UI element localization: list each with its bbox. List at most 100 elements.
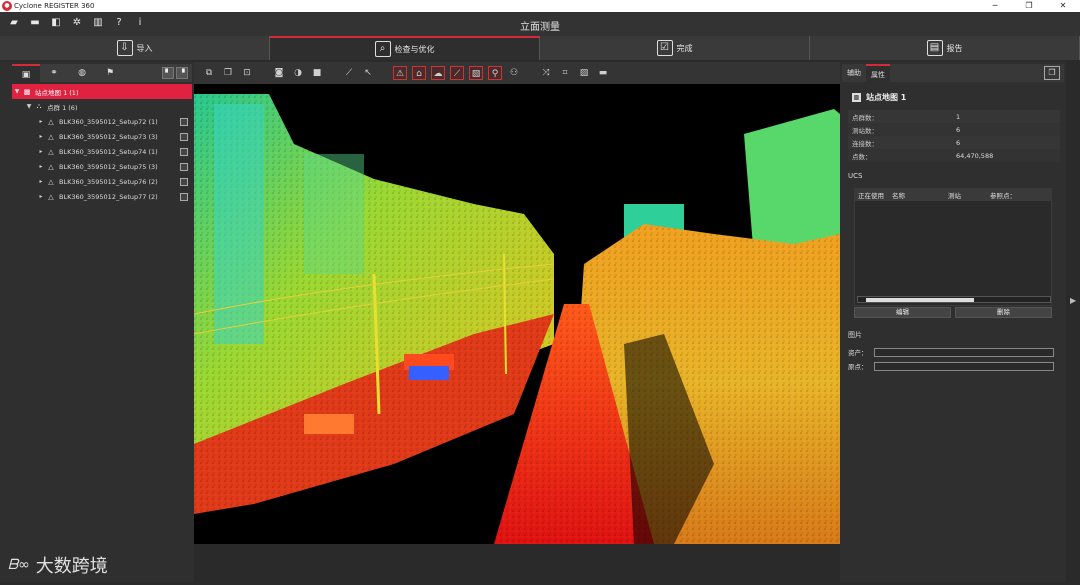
delete-button[interactable]: 删除 [955,307,1052,318]
tree-item-setup[interactable]: ▸ △ BLK360_3595012_Setup77 (2) [12,189,192,204]
ucs-col-in-use[interactable]: 正在使用 [855,190,889,200]
step-review-optimize[interactable]: ⌕ 检查与优化 [270,36,540,60]
property-key: 点数： [852,152,872,161]
measure-icon[interactable]: ⟋ [342,66,356,80]
property-value: 1 [956,112,961,121]
step-report[interactable]: ▤ 报告 [810,36,1080,60]
tree-item-setup[interactable]: ▸ △ BLK360_3595012_Setup72 (1) [12,114,192,129]
viewport-footer [194,544,840,582]
property-key: 点群数： [852,113,878,122]
chevron-right-icon[interactable]: ▸ [36,148,46,155]
tree-item-setup[interactable]: ▸ △ BLK360_3595012_Setup74 (1) [12,144,192,159]
tree-item-label: BLK360_3595012_Setup76 (2) [59,177,158,186]
chevron-right-icon[interactable]: ▸ [36,163,46,170]
ruler-icon[interactable]: ⟋ [450,66,464,80]
asset-label: 资产： [848,349,868,357]
import-step-icon: ⇩ [116,40,133,56]
property-key: 连接数： [852,139,878,148]
tab-assist[interactable]: 辅助 [842,64,866,82]
chevron-right-icon[interactable]: ▸ [36,193,46,200]
tab-tree[interactable]: ▣ [12,64,40,82]
tree-item-setup[interactable]: ▸ △ BLK360_3595012_Setup75 (3) [12,159,192,174]
chevron-right-icon[interactable]: ▸ [36,118,46,125]
shuffle-icon[interactable]: ⤨ [539,66,553,80]
project-title: 立面测量 [520,22,560,33]
close-button[interactable]: ✕ [1046,0,1080,12]
image-icon[interactable] [180,117,188,126]
tab-globe[interactable]: ◍ [68,64,96,82]
expand-tree-button[interactable]: ▘ [162,67,174,79]
chevron-right-icon[interactable]: ▸ [36,133,46,140]
crop-icon[interactable]: ⌗ [558,66,572,80]
tree-item-setup[interactable]: ▸ △ BLK360_3595012_Setup76 (2) [12,174,192,189]
pointer-icon[interactable]: ↖ [361,66,375,80]
point-cloud-render[interactable] [194,84,840,544]
warning-icon[interactable]: ⚠ [393,66,407,80]
cluster-icon: ⛬ [36,102,42,110]
property-key: 测站数： [852,126,878,135]
point-cloud-viewport[interactable] [194,84,840,544]
user-pin-icon[interactable]: ⚇ [507,66,521,80]
display-menu-icon[interactable]: ▬ [596,66,610,80]
tree-item-sitemap[interactable]: ▼ ▩ 站点地图 1 (1) [12,84,192,99]
ucs-col-station[interactable]: 测站 [945,190,987,200]
property-value: 6 [956,138,961,147]
chevron-down-icon[interactable]: ▼ [24,103,34,110]
checkbox-icon: ☑ [656,40,673,56]
color-mode-icon[interactable]: ◑ [291,66,305,80]
tree-item-cluster[interactable]: ▼ ⛬ 点群 1 (6) [12,99,192,114]
tag-icon[interactable]: ⌂ [412,66,426,80]
scrollbar-thumb[interactable] [866,298,974,302]
tree-item-label: BLK360_3595012_Setup75 (3) [59,162,158,171]
step-import-label: 导入 [136,43,153,53]
collapse-tree-button[interactable]: ▝ [176,67,188,79]
image-annotate-icon[interactable]: ▧ [469,66,483,80]
box-icon[interactable]: ■ [310,66,324,80]
step-import[interactable]: ⇩ 导入 [0,36,270,60]
maximize-panel-icon[interactable]: ❐ [1044,66,1060,80]
step-report-label: 报告 [946,43,963,53]
tab-pin[interactable]: ⚑ [96,64,124,82]
step-finalize[interactable]: ☑ 完成 [540,36,810,60]
cloud-icon[interactable]: ☁ [431,66,445,80]
magnifier-icon: ⌕ [374,41,391,57]
title-bar: ● Cyclone REGISTER 360 ─ ❐ ✕ [0,0,1080,12]
export-image-icon[interactable]: ▨ [577,66,591,80]
camera-icon[interactable]: ◙ [272,66,286,80]
scanner-icon: △ [48,132,54,141]
chevron-right-icon[interactable]: ▸ [36,178,46,185]
tree-item-setup[interactable]: ▸ △ BLK360_3595012_Setup73 (3) [12,129,192,144]
image-icon[interactable] [180,192,188,201]
property-row: 连接数： 6 [848,136,1060,149]
copy-view-icon[interactable]: ❐ [221,66,235,80]
image-icon[interactable] [180,147,188,156]
property-value: 6 [956,125,961,134]
asset-field[interactable] [873,347,1054,357]
layers-icon[interactable]: ⧉ [202,66,216,80]
sitemap-icon: ▩ [23,87,31,96]
zoom-fit-icon[interactable]: ⊡ [240,66,254,80]
location-pin-icon[interactable]: ⚲ [488,66,502,80]
edit-button[interactable]: 编辑 [854,307,951,318]
watermark: ᗷ∞ 大数跨境 [8,552,108,578]
restore-button[interactable]: ❐ [1012,0,1046,12]
watermark-logo: ᗷ∞ [8,557,30,573]
right-collapse-strip[interactable]: ▶ [1066,60,1080,580]
origin-field[interactable] [873,361,1054,371]
ucs-table[interactable]: 正在使用 名称 测站 参照点： [854,188,1052,306]
tab-links[interactable]: ⚭ [40,64,68,82]
image-icon[interactable] [180,162,188,171]
minimize-button[interactable]: ─ [978,0,1012,12]
properties-table: 点群数： 1 测站数： 6 连接数： 6 点数： 64,470,588 [848,110,1060,162]
image-icon[interactable] [180,177,188,186]
scanner-icon: △ [48,162,54,171]
ucs-col-name[interactable]: 名称 [889,190,945,200]
tree-item-label: 站点地图 1 (1) [35,88,79,97]
ucs-horizontal-scrollbar[interactable] [857,296,1051,303]
scanner-icon: △ [48,177,54,186]
image-icon[interactable] [180,132,188,141]
ucs-col-reference[interactable]: 参照点： [987,190,1016,200]
collapse-right-icon[interactable]: ▶ [1070,296,1076,305]
tab-properties[interactable]: 属性 [866,64,890,82]
chevron-down-icon[interactable]: ▼ [12,88,22,95]
